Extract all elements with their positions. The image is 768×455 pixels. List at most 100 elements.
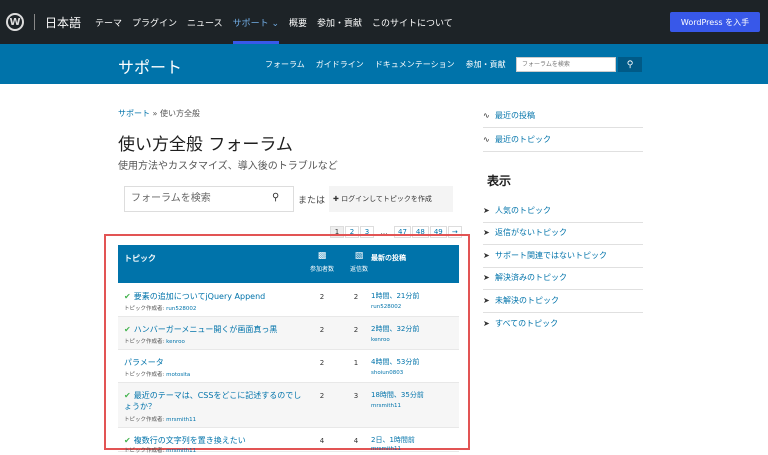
topic-title-text[interactable]: ハンバーガーメニュー開くが画面真っ黒 xyxy=(134,325,278,334)
view-label[interactable]: 人気のトピック xyxy=(495,200,551,223)
starter-user[interactable]: kenroo xyxy=(166,339,185,345)
page-title: 使い方全般 フォーラム xyxy=(118,135,293,155)
search-icon[interactable]: ⚲ xyxy=(272,192,279,203)
voices-count: 2 xyxy=(319,359,325,367)
freshness-link[interactable]: 2日、1時間前 xyxy=(371,435,415,445)
starter-user[interactable]: motosita xyxy=(166,372,190,378)
last-poster[interactable]: run528002 xyxy=(371,304,401,310)
voices-count: 2 xyxy=(319,326,325,334)
column-posts: ▧ 返信数 xyxy=(345,251,373,273)
last-poster[interactable]: mrsmith11 xyxy=(371,446,401,452)
last-poster[interactable]: kenroo xyxy=(371,337,390,343)
view-label[interactable]: すべてのトピック xyxy=(495,313,558,336)
topic-title-text[interactable]: 最近のテーマは、CSSをどこに記述するのでしょうか？ xyxy=(124,391,301,411)
support-nav-documentation[interactable]: ドキュメンテーション xyxy=(375,59,455,70)
starter-user[interactable]: mrsmith11 xyxy=(166,417,196,423)
feed-recent-topics[interactable]: ∿ 最近のトピック xyxy=(483,128,643,152)
topics-table-body: ✔ 要素の追加についてjQuery Append トピック作成者: run5280… xyxy=(118,284,459,454)
table-row: ✔ 複数行の文字列を置き換えたい トピック作成者: mrsmith11 4 4 2… xyxy=(118,428,459,454)
view-resolved[interactable]: ➤ 解決済みのトピック xyxy=(483,268,643,291)
nav-item-this-site[interactable]: このサイトについて xyxy=(372,0,453,44)
views-heading: 表示 xyxy=(487,174,512,188)
view-label[interactable]: 解決済みのトピック xyxy=(495,267,567,290)
freshness-link[interactable]: 2時間、32分前 xyxy=(371,324,419,334)
support-nav-guidelines[interactable]: ガイドライン xyxy=(316,59,364,70)
pin-icon: ➤ xyxy=(483,318,490,328)
voices-count: 2 xyxy=(319,293,325,301)
topic-starter: トピック作成者: mrsmith11 xyxy=(124,446,196,454)
people-icon: ▩ xyxy=(317,251,327,261)
nav-item-themes[interactable]: テーマ xyxy=(95,0,122,44)
view-label[interactable]: サポート関連ではないトピック xyxy=(495,245,607,268)
voices-count: 2 xyxy=(319,392,325,400)
topic-title[interactable]: ✔ 要素の追加についてjQuery Append xyxy=(124,291,309,302)
nav-item-plugins[interactable]: プラグイン xyxy=(132,0,177,44)
topic-title[interactable]: ✔ 最近のテーマは、CSSをどこに記述するのでしょうか？ xyxy=(124,390,309,412)
breadcrumb-separator: » xyxy=(150,109,160,118)
resolved-check-icon: ✔ xyxy=(124,391,131,400)
get-wordpress-button[interactable]: WordPress を入手 xyxy=(670,12,760,32)
topic-title[interactable]: ✔ ハンバーガーメニュー開くが画面真っ黒 xyxy=(124,324,309,335)
resolved-check-icon: ✔ xyxy=(124,325,131,334)
column-latest: 最新の投稿 xyxy=(371,254,406,262)
breadcrumb-current: 使い方全般 xyxy=(159,109,200,118)
nav-item-news[interactable]: ニュース xyxy=(187,0,223,44)
starter-label: トピック作成者: xyxy=(124,306,165,312)
last-poster[interactable]: shoiun0803 xyxy=(371,370,403,376)
topic-title-text[interactable]: 要素の追加についてjQuery Append xyxy=(134,292,266,301)
support-nav-forums[interactable]: フォーラム xyxy=(265,59,305,70)
table-row: ✔ ハンバーガーメニュー開くが画面真っ黒 トピック作成者: kenroo 2 2 … xyxy=(118,317,459,350)
view-no-replies[interactable]: ➤ 返信がないトピック xyxy=(483,223,643,246)
freshness-link[interactable]: 18時間、35分前 xyxy=(371,390,424,400)
header-search-input[interactable]: フォーラムを検索 xyxy=(516,57,616,72)
posts-count: 4 xyxy=(353,437,359,445)
last-poster[interactable]: mrsmith11 xyxy=(371,403,401,409)
resolved-check-icon: ✔ xyxy=(124,436,131,445)
topics-table-header: トピック ▩ 参加者数 ▧ 返信数 最新の投稿 xyxy=(118,245,459,283)
global-nav: テーマ プラグイン ニュース サポート ⌄ 概要 参加・貢献 このサイトについて xyxy=(95,0,463,44)
topic-starter: トピック作成者: run528002 xyxy=(124,304,196,312)
view-unresolved[interactable]: ➤ 未解決のトピック xyxy=(483,290,643,313)
view-label[interactable]: 返信がないトピック xyxy=(495,222,567,245)
nav-item-about[interactable]: 概要 xyxy=(289,0,307,44)
view-popular[interactable]: ➤ 人気のトピック xyxy=(483,200,643,223)
header-divider xyxy=(34,14,35,30)
sidebar-views: ➤ 人気のトピック ➤ 返信がないトピック ➤ サポート関連ではないトピック ➤ 解決済… xyxy=(483,200,643,336)
starter-user[interactable]: mrsmith11 xyxy=(166,448,196,454)
view-not-support[interactable]: ➤ サポート関連ではないトピック xyxy=(483,245,643,268)
feed-label[interactable]: 最近の投稿 xyxy=(495,104,535,128)
topic-starter: トピック作成者: motosita xyxy=(124,370,190,378)
feed-label[interactable]: 最近のトピック xyxy=(495,128,551,152)
column-posts-label: 返信数 xyxy=(349,266,368,273)
login-create-topic-button[interactable]: ✚ ログインしてトピックを作成 xyxy=(329,186,453,212)
support-title[interactable]: サポート xyxy=(118,54,182,78)
breadcrumb: サポート » 使い方全般 xyxy=(118,108,200,119)
posts-count: 2 xyxy=(353,326,359,334)
starter-label: トピック作成者: xyxy=(124,339,165,345)
starter-label: トピック作成者: xyxy=(124,372,165,378)
breadcrumb-support[interactable]: サポート xyxy=(118,109,150,118)
freshness-link[interactable]: 4時間、53分前 xyxy=(371,357,419,367)
support-nav-get-involved[interactable]: 参加・貢献 xyxy=(466,59,506,70)
topic-title[interactable]: ✔ 複数行の文字列を置き換えたい xyxy=(124,435,309,446)
header-search-button[interactable]: ⚲ xyxy=(618,57,642,72)
view-label[interactable]: 未解決のトピック xyxy=(495,290,559,313)
wordpress-icon[interactable]: W xyxy=(6,13,24,31)
view-all[interactable]: ➤ すべてのトピック xyxy=(483,313,643,336)
topic-title-text[interactable]: パラメータ xyxy=(124,358,164,367)
nav-item-support[interactable]: サポート ⌄ xyxy=(232,0,280,44)
forum-search-input[interactable]: フォーラムを検索 xyxy=(124,186,294,212)
topic-title[interactable]: パラメータ xyxy=(124,357,309,368)
feed-recent-posts[interactable]: ∿ 最近の投稿 xyxy=(483,104,643,128)
starter-label: トピック作成者: xyxy=(124,448,165,454)
freshness-link[interactable]: 1時間、21分前 xyxy=(371,291,419,301)
locale-title[interactable]: 日本語 xyxy=(45,14,81,31)
column-voices: ▩ 参加者数 xyxy=(308,251,336,273)
search-icon: ⚲ xyxy=(626,59,634,70)
posts-count: 3 xyxy=(353,392,359,400)
starter-user[interactable]: run528002 xyxy=(166,306,196,312)
topic-title-text[interactable]: 複数行の文字列を置き換えたい xyxy=(134,436,246,445)
support-header: サポート フォーラム ガイドライン ドキュメンテーション 参加・貢献 フォーラム… xyxy=(0,44,768,84)
sidebar-feeds: ∿ 最近の投稿 ∿ 最近のトピック xyxy=(483,104,643,152)
nav-item-get-involved[interactable]: 参加・貢献 xyxy=(317,0,362,44)
